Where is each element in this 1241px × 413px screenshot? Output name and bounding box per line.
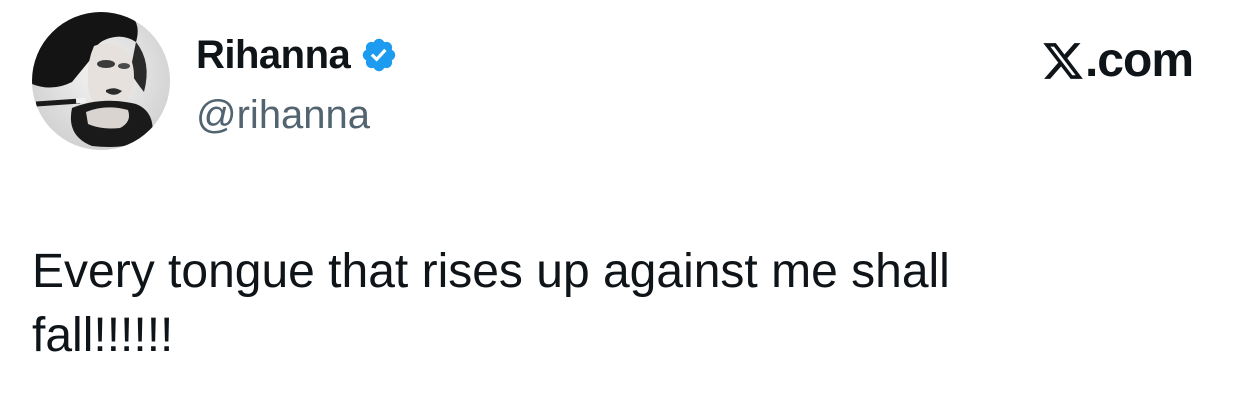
avatar[interactable]: [32, 12, 170, 150]
author-name-row: Rihanna: [196, 32, 398, 78]
profile-photo: [32, 12, 170, 150]
x-logo-icon: [1043, 43, 1083, 79]
display-name[interactable]: Rihanna: [196, 32, 351, 78]
brand-suffix: .com: [1084, 34, 1194, 87]
brand-watermark: .com: [1041, 34, 1194, 87]
tweet-card: Rihanna @rihanna .com Every tongue that …: [0, 0, 1241, 413]
author-handle[interactable]: @rihanna: [196, 92, 370, 138]
tweet-text: Every tongue that rises up against me sh…: [32, 245, 950, 362]
verified-badge-icon: [363, 38, 396, 72]
